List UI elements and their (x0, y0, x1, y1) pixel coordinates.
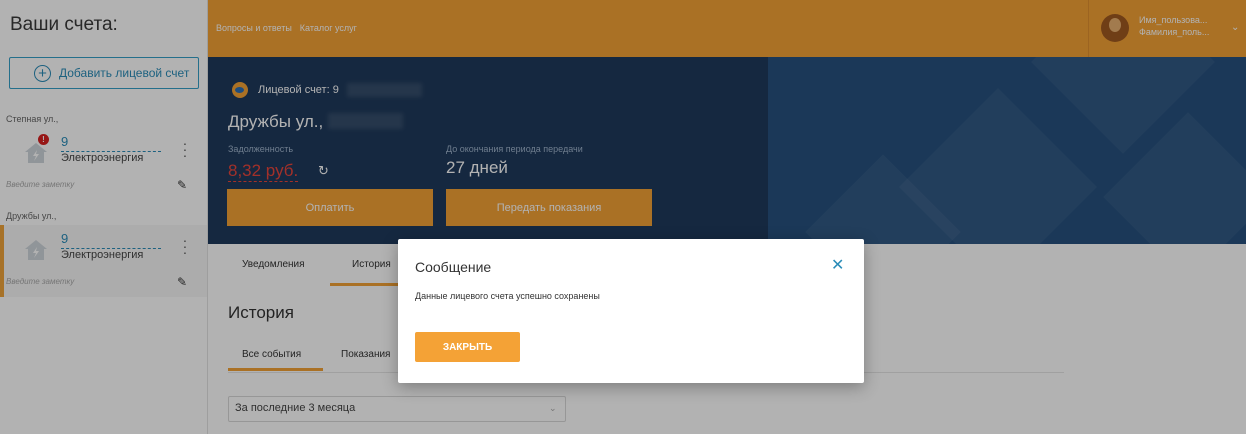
close-button[interactable]: ЗАКРЫТЬ (415, 332, 520, 362)
dialog-message: Данные лицевого счета успешно сохранены (415, 291, 600, 301)
close-icon[interactable]: ✕ (831, 255, 844, 275)
dialog-title: Сообщение (415, 259, 492, 275)
message-dialog: Сообщение ✕ Данные лицевого счета успешн… (398, 239, 864, 383)
